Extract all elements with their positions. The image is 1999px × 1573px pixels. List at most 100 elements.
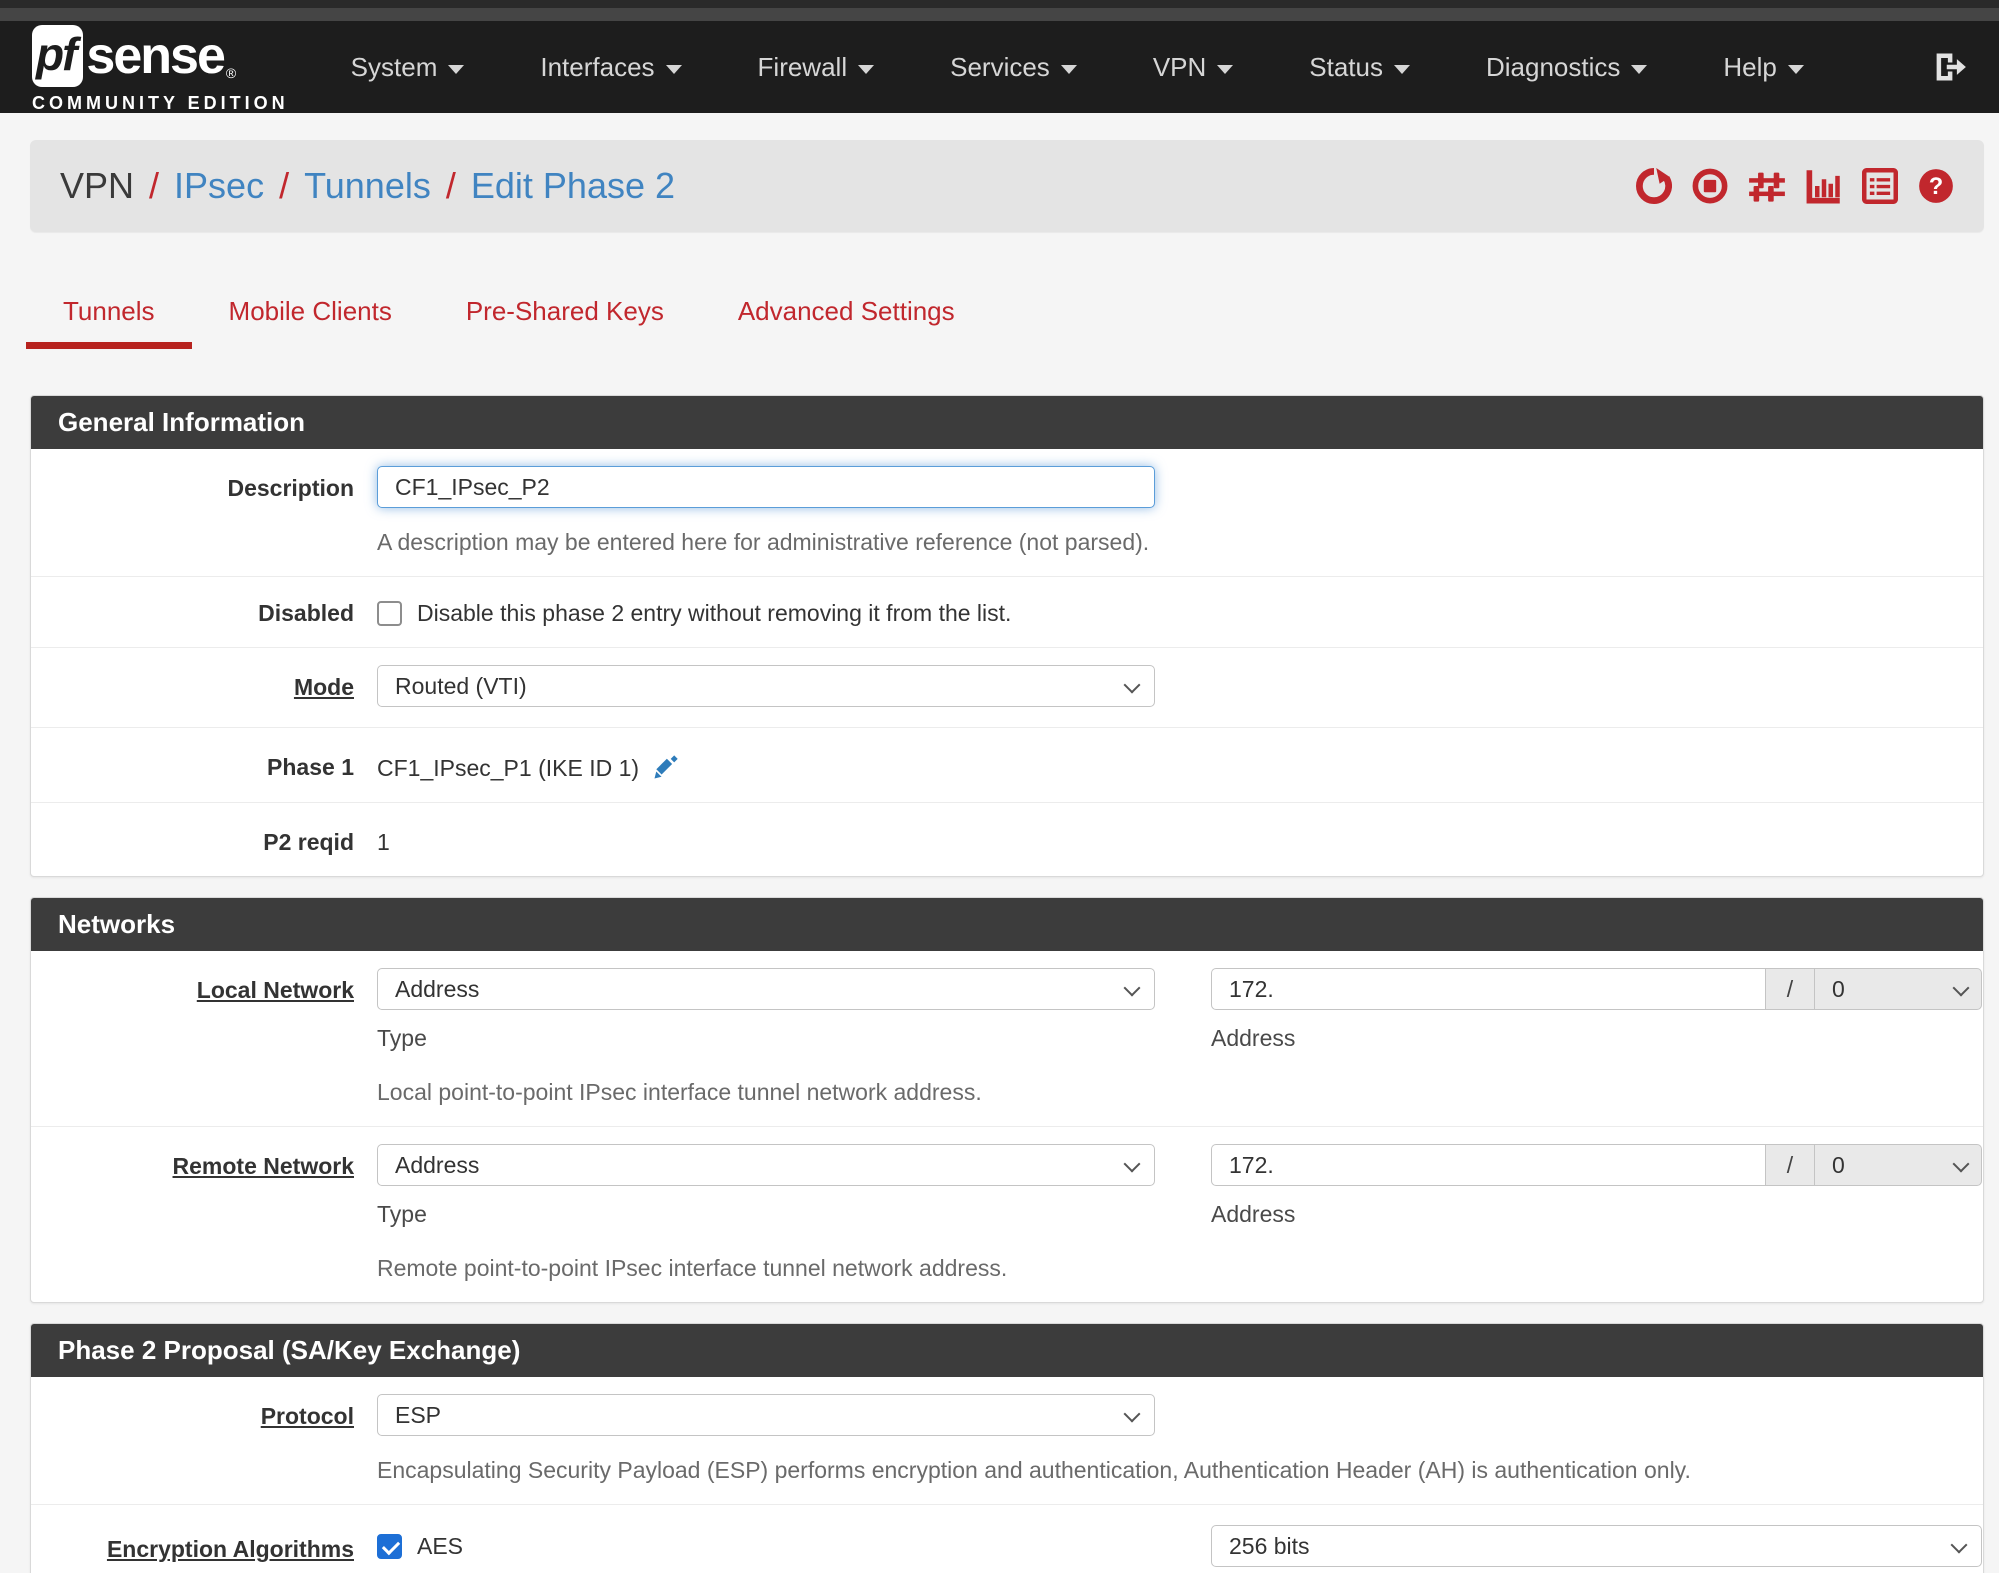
chevron-down-icon xyxy=(1952,979,1970,997)
chevron-down-icon xyxy=(1394,64,1410,74)
protocol-label: Protocol xyxy=(260,1403,354,1429)
main-navbar: pf sense ® COMMUNITY EDITION System Inte… xyxy=(0,21,1999,113)
remote-network-type-value: Address xyxy=(395,1151,480,1178)
page-tabs: Tunnels Mobile Clients Pre-Shared Keys A… xyxy=(0,280,1999,349)
sliders-icon[interactable] xyxy=(1748,168,1786,204)
local-type-caption: Type xyxy=(377,1025,427,1051)
chevron-down-icon xyxy=(1123,676,1141,694)
nav-label: Status xyxy=(1309,51,1383,82)
encryption-algorithms-row: Encryption Algorithms AES 256 bits xyxy=(31,1505,1983,1573)
chevron-down-icon xyxy=(665,64,682,74)
tab-tunnels[interactable]: Tunnels xyxy=(26,280,192,349)
local-network-address-input[interactable] xyxy=(1211,968,1765,1010)
local-network-type-value: Address xyxy=(395,975,480,1002)
refresh-icon[interactable] xyxy=(1636,168,1672,204)
chart-icon[interactable] xyxy=(1806,168,1842,204)
sense-logo-text: sense xyxy=(86,26,225,85)
breadcrumb-link-ipsec[interactable]: IPsec xyxy=(174,165,264,207)
phase2-proposal-panel: Phase 2 Proposal (SA/Key Exchange) Proto… xyxy=(30,1323,1984,1573)
breadcrumb-separator: / xyxy=(149,165,160,206)
chevron-down-icon xyxy=(1123,979,1141,997)
mode-selected-value: Routed (VTI) xyxy=(395,672,527,699)
logout-button[interactable] xyxy=(1931,49,1967,85)
breadcrumb-separator: / xyxy=(445,165,456,206)
local-network-mask-select[interactable]: 0 xyxy=(1815,968,1982,1010)
description-input[interactable] xyxy=(377,466,1155,508)
p2-reqid-row: P2 reqid 1 xyxy=(31,803,1983,876)
phase1-label: Phase 1 xyxy=(267,754,354,780)
nav-item-diagnostics[interactable]: Diagnostics xyxy=(1486,51,1648,83)
stop-icon[interactable] xyxy=(1692,168,1728,204)
chevron-down-icon xyxy=(1123,1155,1141,1173)
edit-pencil-icon[interactable] xyxy=(651,754,679,782)
navbar-menu: System Interfaces Firewall Services VPN … xyxy=(351,52,1804,83)
protocol-select[interactable]: ESP xyxy=(377,1394,1155,1436)
mode-select[interactable]: Routed (VTI) xyxy=(377,665,1155,707)
nav-item-interfaces[interactable]: Interfaces xyxy=(540,51,682,83)
mode-row: Mode Routed (VTI) xyxy=(31,648,1983,728)
help-icon[interactable]: ? xyxy=(1918,168,1954,204)
nav-item-services[interactable]: Services xyxy=(950,52,1077,83)
p2-reqid-label: P2 reqid xyxy=(263,829,354,855)
nav-item-help[interactable]: Help xyxy=(1723,51,1804,83)
nav-label: System xyxy=(350,51,438,82)
remote-address-caption: Address xyxy=(1211,1201,1296,1227)
aes-checkbox-label: AES xyxy=(417,1532,464,1559)
aes-bits-select[interactable]: 256 bits xyxy=(1211,1525,1982,1567)
breadcrumb-link-tunnels[interactable]: Tunnels xyxy=(304,165,431,207)
chevron-down-icon xyxy=(1123,1405,1141,1423)
tab-pre-shared-keys[interactable]: Pre-Shared Keys xyxy=(429,280,701,349)
disabled-checkbox[interactable] xyxy=(377,601,402,626)
registered-mark: ® xyxy=(225,64,237,81)
remote-network-mask-select[interactable]: 0 xyxy=(1815,1144,1982,1186)
pfsense-logo[interactable]: pf sense ® COMMUNITY EDITION xyxy=(32,24,289,114)
description-label: Description xyxy=(227,475,354,501)
remote-type-caption: Type xyxy=(377,1201,427,1227)
log-list-icon[interactable] xyxy=(1862,168,1898,204)
protocol-help: Encapsulating Security Payload (ESP) per… xyxy=(377,1457,1691,1483)
description-help: A description may be entered here for ad… xyxy=(377,529,1150,555)
chevron-down-icon xyxy=(448,64,465,74)
mode-label: Mode xyxy=(293,674,354,700)
local-mask-value: 0 xyxy=(1832,975,1845,1002)
nav-item-firewall[interactable]: Firewall xyxy=(758,52,875,83)
p2-reqid-value: 1 xyxy=(377,829,390,855)
aes-checkbox[interactable] xyxy=(377,1533,402,1559)
local-network-type-select[interactable]: Address xyxy=(377,968,1155,1010)
tab-mobile-clients[interactable]: Mobile Clients xyxy=(192,280,429,349)
remote-network-type-select[interactable]: Address xyxy=(377,1144,1155,1186)
remote-mask-value: 0 xyxy=(1832,1151,1845,1178)
networks-panel: Networks Local Network Address Type Loca… xyxy=(30,897,1984,1303)
sign-out-icon xyxy=(1936,53,1966,81)
chevron-down-icon xyxy=(1952,1155,1970,1173)
nav-label: Diagnostics xyxy=(1486,51,1621,82)
local-network-help: Local point-to-point IPsec interface tun… xyxy=(377,1079,982,1105)
phase1-row: Phase 1 CF1_IPsec_P1 (IKE ID 1) xyxy=(31,728,1983,803)
nav-item-vpn[interactable]: VPN xyxy=(1152,51,1234,83)
remote-network-label: Remote Network xyxy=(172,1153,354,1179)
tab-advanced-settings[interactable]: Advanced Settings xyxy=(701,280,992,349)
local-network-row: Local Network Address Type Local point-t… xyxy=(31,951,1983,1127)
description-row: Description A description may be entered… xyxy=(31,449,1983,577)
chevron-down-icon xyxy=(858,64,875,74)
breadcrumb-link-edit-phase2[interactable]: Edit Phase 2 xyxy=(471,165,675,207)
disabled-label: Disabled xyxy=(258,600,354,626)
nav-item-system[interactable]: System xyxy=(351,52,465,83)
nav-label: Firewall xyxy=(757,51,848,82)
page-action-icons: ? xyxy=(1636,168,1954,204)
slash-addon: / xyxy=(1765,1144,1815,1186)
panel-title: Networks xyxy=(31,898,1983,951)
pf-logo-tile: pf xyxy=(32,24,84,87)
protocol-selected-value: ESP xyxy=(395,1401,442,1428)
nav-label: Help xyxy=(1723,51,1777,82)
nav-item-status[interactable]: Status xyxy=(1309,52,1410,83)
nav-label: VPN xyxy=(1152,51,1207,82)
encryption-algorithms-label: Encryption Algorithms xyxy=(106,1536,354,1562)
nav-label: Interfaces xyxy=(540,51,655,82)
remote-network-address-input[interactable] xyxy=(1211,1144,1765,1186)
chevron-down-icon xyxy=(1950,1536,1968,1554)
svg-text:?: ? xyxy=(1929,174,1943,200)
local-address-caption: Address xyxy=(1211,1025,1296,1051)
local-network-label: Local Network xyxy=(196,977,354,1003)
general-information-panel: General Information Description A descri… xyxy=(30,395,1984,877)
